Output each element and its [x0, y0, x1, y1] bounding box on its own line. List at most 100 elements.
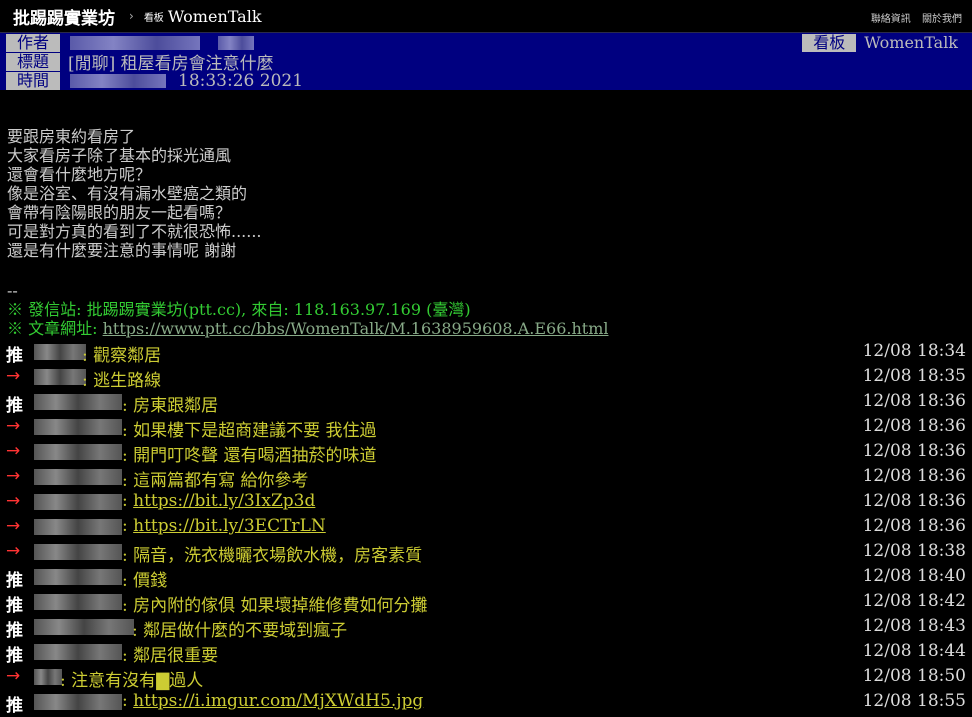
push-user-redacted — [34, 444, 122, 465]
push-row: → : 如果樓下是超商建議不要 我住過 12/08 18:36 — [0, 414, 972, 441]
push-content: : 鄰居做什麼的不要域到瘋子 — [132, 621, 348, 641]
url-label: ※ 文章網址: — [7, 319, 103, 338]
arrow-tag: → — [6, 466, 21, 486]
push-time: 12/08 18:55 — [862, 691, 966, 711]
time-row: 時間 18:33:26 2021 — [0, 70, 304, 91]
date-redacted — [70, 73, 166, 88]
article-header: 作者 看板 WomenTalk 標題 [閒聊] 租屋看房會注意什麼 時間 18:… — [0, 33, 972, 91]
push-row: 推 : 鄰居很重要 12/08 18:44 — [0, 639, 972, 666]
push-link[interactable]: https://bit.ly/3ECTrLN — [133, 516, 326, 536]
push-user-redacted — [34, 494, 122, 515]
push-row: → : 隔音，洗衣機曬衣場飲水機，房客素質 12/08 18:38 — [0, 539, 972, 566]
push-link[interactable]: https://bit.ly/3IxZp3d — [133, 491, 315, 511]
breadcrumb-separator: › — [129, 9, 134, 23]
push-content: : 如果樓下是超商建議不要 我住過 — [122, 421, 377, 441]
push-time: 12/08 18:43 — [862, 616, 966, 636]
push-time: 12/08 18:50 — [862, 666, 966, 686]
push-tag: 推 — [6, 396, 23, 416]
push-time: 12/08 18:36 — [862, 516, 966, 536]
arrow-tag: → — [6, 541, 21, 561]
arrow-tag: → — [6, 416, 21, 436]
push-row: 推 : 鄰居做什麼的不要域到瘋子 12/08 18:43 — [0, 614, 972, 641]
arrow-tag: → — [6, 666, 21, 686]
push-content: : https://bit.ly/3IxZp3d — [122, 491, 316, 511]
push-user-redacted — [34, 394, 122, 415]
push-tag: 推 — [6, 596, 23, 616]
time-label: 時間 — [6, 71, 60, 90]
article-footer: -- ※ 發信站: 批踢踢實業坊(ptt.cc), 來自: 118.163.97… — [7, 281, 608, 338]
push-content: : 鄰居很重要 — [122, 646, 219, 666]
push-time: 12/08 18:36 — [862, 391, 966, 411]
push-tag: 推 — [6, 571, 23, 591]
top-links: 聯絡資訊 關於我們 — [863, 10, 962, 25]
push-row: 推 : https://i.imgur.com/MjXWdH5.jpg 12/08 … — [0, 689, 972, 716]
push-row: 推 : 房東跟鄰居 12/08 18:36 — [0, 389, 972, 416]
push-time: 12/08 18:34 — [862, 341, 966, 361]
push-user-redacted — [34, 519, 122, 540]
push-user-redacted — [34, 419, 122, 440]
body-line: 可是對方真的看到了不就很恐怖...... — [7, 222, 262, 241]
push-time: 12/08 18:36 — [862, 466, 966, 486]
push-tag: 推 — [6, 346, 23, 366]
article-body: 要跟房東約看房了 大家看房子除了基本的採光通風 還會看什麼地方呢？ 像是浴室、有… — [7, 127, 262, 260]
body-line: 像是浴室、有沒有漏水壁癌之類的 — [7, 184, 248, 203]
push-row: 推 : 價錢 12/08 18:40 — [0, 564, 972, 591]
push-time: 12/08 18:35 — [862, 366, 966, 386]
site-logo-link[interactable]: 批踢踢實業坊 — [0, 4, 115, 29]
top-bar: 批踢踢實業坊 › 看板 WomenTalk 聯絡資訊 關於我們 — [0, 0, 972, 33]
push-time: 12/08 18:38 — [862, 541, 966, 561]
push-tag: 推 — [6, 696, 23, 716]
signature-separator: -- — [7, 281, 18, 300]
push-tag: 推 — [6, 646, 23, 666]
board-header-label: 看板 — [802, 33, 857, 52]
push-time: 12/08 18:36 — [862, 416, 966, 436]
push-user-redacted — [34, 569, 122, 590]
title-label: 標題 — [6, 52, 60, 71]
push-row: →: 開門叮咚聲 還有喝酒抽菸的味道 12/08 18:36 — [0, 439, 972, 466]
arrow-tag: → — [6, 516, 21, 536]
author-label: 作者 — [6, 33, 60, 52]
push-user-redacted — [34, 594, 122, 615]
push-link[interactable]: https://i.imgur.com/MjXWdH5.jpg — [133, 691, 423, 711]
push-content: : 這兩篇都有寫 給你參考 — [122, 471, 309, 491]
push-time: 12/08 18:36 — [862, 491, 966, 511]
push-row: → : 這兩篇都有寫 給你參考 12/08 18:36 — [0, 464, 972, 491]
about-link[interactable]: 關於我們 — [922, 14, 962, 25]
push-tag: 推 — [6, 621, 23, 641]
article-url-line: ※ 文章網址: https://www.ptt.cc/bbs/WomenTalk… — [7, 319, 608, 338]
push-content: : 房內附的傢俱 如果壞掉維修費如何分攤 — [122, 596, 428, 616]
nick-redacted — [218, 35, 254, 50]
push-time: 12/08 18:36 — [862, 441, 966, 461]
push-row: 推 : 觀察鄰居 12/08 18:34 — [0, 339, 972, 366]
push-content: : 注意有沒有▇過人 — [60, 671, 204, 691]
push-content: : 觀察鄰居 — [82, 346, 162, 366]
push-content: : 價錢 — [122, 571, 168, 591]
push-row: → : 注意有沒有▇過人 12/08 18:50 — [0, 664, 972, 691]
push-content: : 房東跟鄰居 — [122, 396, 219, 416]
push-content: : 隔音，洗衣機曬衣場飲水機，房客素質 — [122, 546, 423, 566]
push-time: 12/08 18:44 — [862, 641, 966, 661]
push-user-redacted — [34, 619, 134, 640]
push-user-redacted — [34, 469, 122, 490]
push-row: →: https://bit.ly/3IxZp3d 12/08 18:36 — [0, 489, 972, 514]
board-row: 看板 WomenTalk — [802, 33, 958, 52]
board-link[interactable]: WomenTalk — [168, 7, 262, 26]
push-time: 12/08 18:40 — [862, 566, 966, 586]
arrow-tag: → — [6, 441, 21, 461]
article-time: 18:33:26 2021 — [178, 70, 304, 91]
push-user-redacted — [34, 644, 122, 665]
body-line: 要跟房東約看房了 — [7, 127, 136, 146]
push-content: : 逃生路線 — [82, 371, 162, 391]
push-user-redacted — [34, 344, 86, 365]
article-url-link[interactable]: https://www.ptt.cc/bbs/WomenTalk/M.16389… — [103, 319, 609, 338]
push-row: 推 : 房內附的傢俱 如果壞掉維修費如何分攤 12/08 18:42 — [0, 589, 972, 616]
push-time: 12/08 18:42 — [862, 591, 966, 611]
body-line: 還是有什麼要注意的事情呢 謝謝 — [7, 241, 237, 260]
push-row: →: 逃生路線 12/08 18:35 — [0, 364, 972, 391]
push-content: : https://i.imgur.com/MjXWdH5.jpg — [122, 691, 424, 711]
contact-link[interactable]: 聯絡資訊 — [871, 14, 911, 25]
board-header-name: WomenTalk — [864, 33, 958, 52]
title-row: 標題 [閒聊] 租屋看房會注意什麼 — [0, 52, 274, 74]
sent-from-line: ※ 發信站: 批踢踢實業坊(ptt.cc), 來自: 118.163.97.16… — [7, 300, 471, 319]
push-user-redacted — [34, 544, 122, 565]
